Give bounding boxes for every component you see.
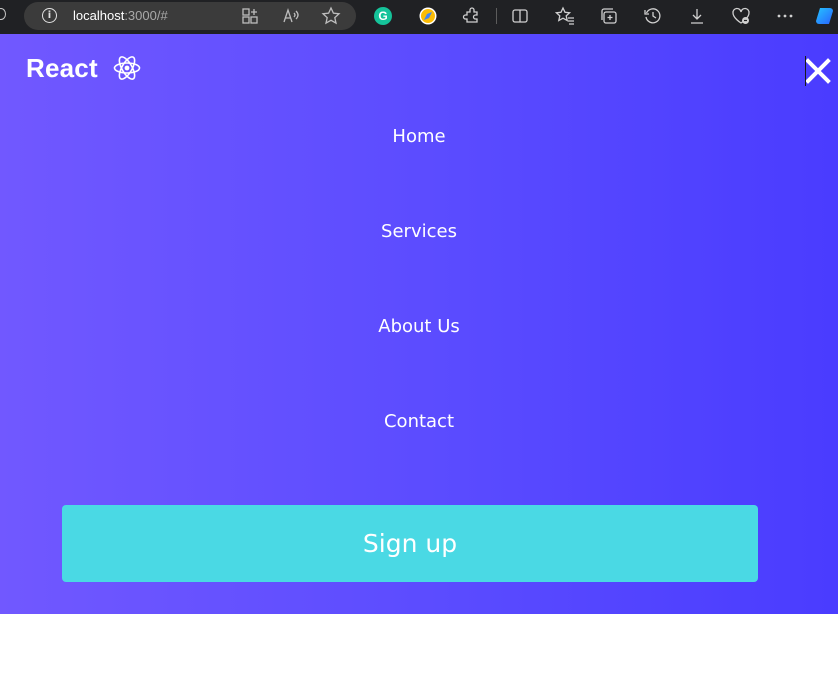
- nav-services[interactable]: Services: [0, 184, 838, 279]
- downloads-icon[interactable]: [686, 5, 708, 27]
- nav-home[interactable]: Home: [0, 89, 838, 184]
- site-info-icon[interactable]: i: [42, 8, 57, 23]
- split-screen-icon[interactable]: [509, 5, 531, 27]
- close-icon[interactable]: [803, 56, 833, 86]
- app-mobile-menu: React Home Services About Us Contact Sig…: [0, 34, 838, 614]
- focus-caret: [805, 56, 806, 86]
- history-icon[interactable]: [642, 5, 664, 27]
- brand[interactable]: React: [26, 51, 142, 85]
- more-icon[interactable]: [774, 5, 796, 27]
- app-available-icon[interactable]: [240, 6, 260, 26]
- url-text[interactable]: localhost:3000/#: [73, 8, 168, 24]
- favorites-icon[interactable]: [554, 5, 576, 27]
- sign-up-button[interactable]: Sign up: [62, 505, 758, 582]
- page-background: [0, 614, 838, 691]
- extensions-puzzle-icon[interactable]: [461, 5, 483, 27]
- collections-icon[interactable]: [598, 5, 620, 27]
- favorite-star-icon[interactable]: [321, 6, 341, 26]
- nav-about-us[interactable]: About Us: [0, 279, 838, 374]
- copilot-icon[interactable]: [814, 5, 836, 27]
- react-atom-icon: [113, 56, 141, 80]
- reload-icon[interactable]: [0, 8, 6, 20]
- extension-compass-icon[interactable]: [417, 5, 439, 27]
- toolbar-separator: [496, 8, 497, 24]
- browser-essentials-icon[interactable]: [730, 5, 752, 27]
- grammarly-icon[interactable]: G: [372, 5, 394, 27]
- nav-contact[interactable]: Contact: [0, 374, 838, 469]
- brand-name: React: [26, 53, 98, 83]
- address-bar[interactable]: i localhost:3000/#: [24, 2, 356, 30]
- mobile-nav: Home Services About Us Contact: [0, 89, 838, 469]
- svg-text:G: G: [378, 9, 387, 23]
- read-aloud-icon[interactable]: [281, 6, 301, 26]
- browser-toolbar: i localhost:3000/# G: [0, 0, 838, 34]
